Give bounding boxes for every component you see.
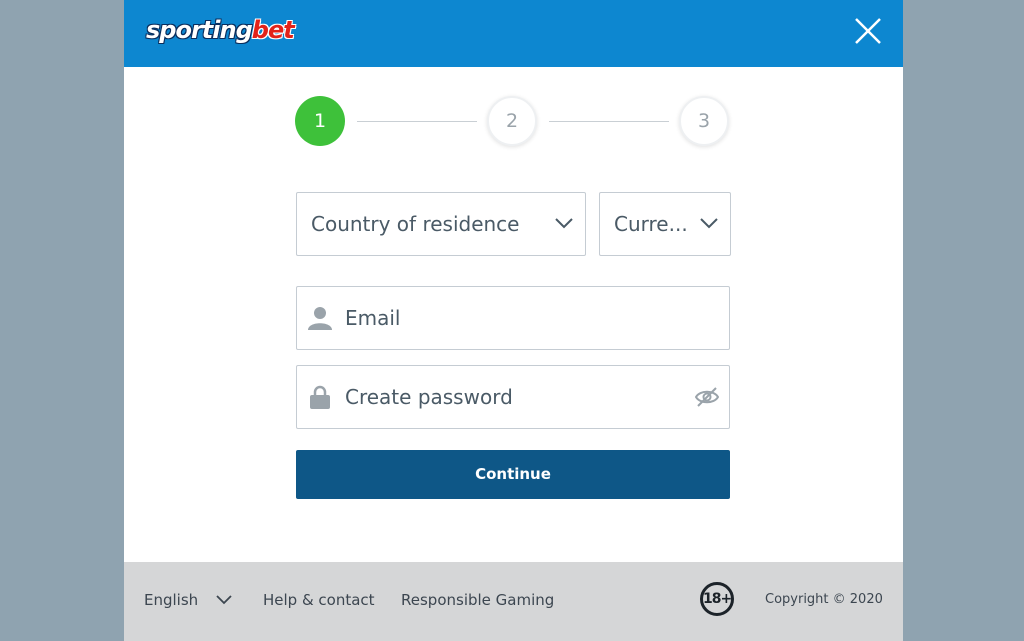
step-connector [549,121,669,122]
footer: English Help & contact Responsible Gamin… [124,562,903,641]
close-icon [855,18,881,44]
country-select[interactable]: Country of residence [296,192,586,256]
email-placeholder: Email [345,306,401,330]
step-3: 3 [679,96,729,146]
help-contact-link[interactable]: Help & contact [263,590,375,610]
country-select-label: Country of residence [311,212,520,236]
password-placeholder: Create password [345,385,513,409]
email-field[interactable]: Email [296,286,730,350]
chevron-down-icon [555,218,573,229]
step-1: 1 [295,96,345,146]
step-2: 2 [487,96,537,146]
currency-select-label: Curre... [614,212,688,236]
password-field[interactable]: Create password [296,365,730,429]
eye-off-icon[interactable] [695,386,719,408]
logo-text-bet: bet [251,16,295,44]
close-button[interactable] [853,16,883,46]
continue-button[interactable]: Continue [296,450,730,499]
language-label: English [144,591,199,609]
chevron-down-icon [700,218,718,229]
sportingbet-logo: sportingbet [146,14,295,46]
header: sportingbet [124,0,903,67]
logo-text-sporting: sporting [146,16,253,44]
lock-icon [310,385,330,409]
registration-modal: sportingbet 1 2 3 Country of residence C… [124,0,903,641]
user-icon [308,307,332,330]
responsible-gaming-link[interactable]: Responsible Gaming [401,590,554,610]
currency-select[interactable]: Curre... [599,192,731,256]
chevron-down-icon [216,595,232,605]
copyright: Copyright © 2020 [765,592,883,607]
age-18-badge: 18+ [700,582,734,616]
language-selector[interactable]: English [144,590,232,610]
step-connector [357,121,477,122]
